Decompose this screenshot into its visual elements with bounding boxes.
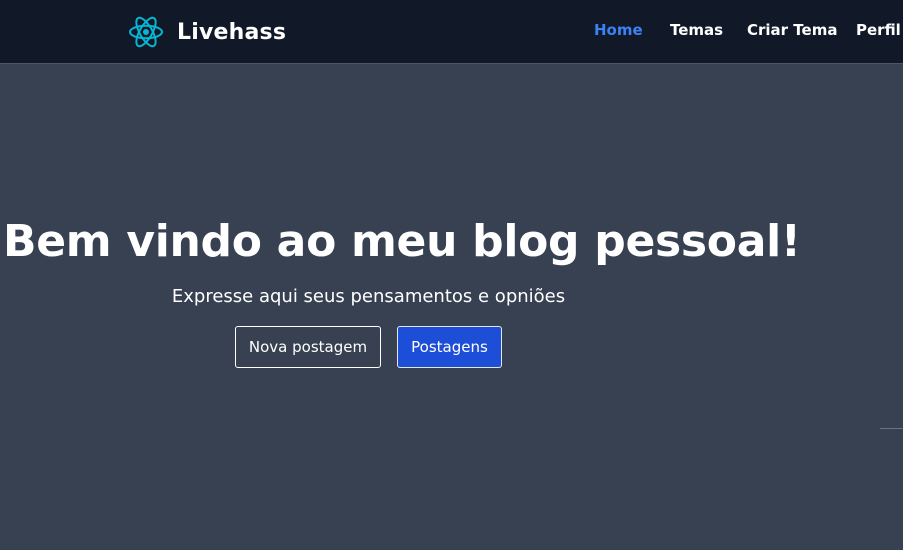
navbar: Livehass Home Temas Criar Tema Perfil (0, 0, 903, 64)
brand[interactable]: Livehass (128, 14, 286, 50)
brand-name: Livehass (177, 19, 287, 45)
new-post-button[interactable]: Nova postagem (235, 326, 381, 368)
hero-title: Bem vindo ao meu blog pessoal! (3, 216, 801, 267)
posts-button[interactable]: Postagens (397, 326, 502, 368)
nav-link-home[interactable]: Home (594, 21, 643, 39)
nav-link-perfil[interactable]: Perfil (856, 21, 901, 39)
hero-subtitle: Expresse aqui seus pensamentos e opniões (171, 286, 566, 307)
react-atom-icon (129, 16, 163, 48)
nav-link-temas[interactable]: Temas (670, 21, 723, 39)
nav-link-criar-tema[interactable]: Criar Tema (747, 21, 837, 39)
divider-line (880, 428, 903, 429)
